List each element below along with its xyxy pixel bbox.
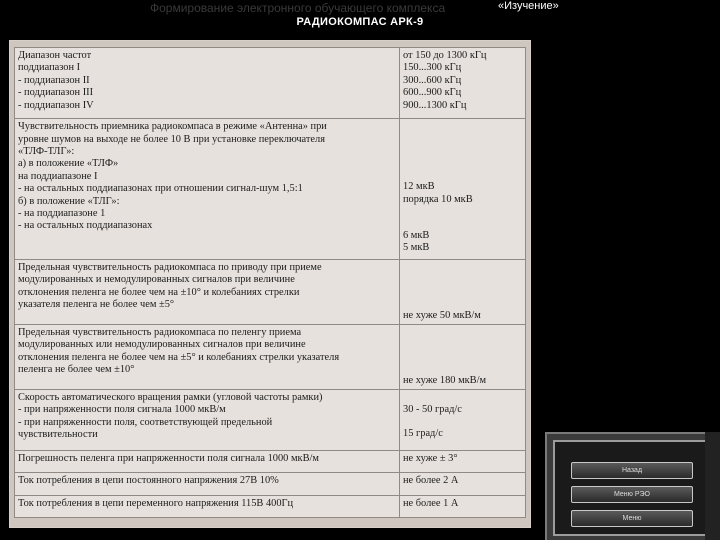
cell-line: б) в положение «ТЛГ»: xyxy=(18,195,120,207)
specs-table: Диапазон частот поддиапазон I - поддиапа… xyxy=(14,46,526,519)
scroll-edge xyxy=(705,432,720,540)
table-cell-value: не хуже 50 мкВ/м xyxy=(399,258,526,325)
cell-line: Чувствительность приемника радиокомпаса … xyxy=(18,121,327,133)
cell-line: - поддиапазон IV xyxy=(18,99,94,111)
table-cell-value: 30 - 50 град/с 15 град/с xyxy=(399,388,526,451)
cell-line: модулированных или немодулированных сигн… xyxy=(18,339,306,351)
table-cell-value: от 150 до 1300 кГц 150...300 кГц 300...6… xyxy=(399,46,526,120)
table-cell-param: Погрешность пеленга при напряженности по… xyxy=(14,449,400,474)
cell-line: не хуже 180 мкВ/м xyxy=(403,374,487,386)
table-cell-param: Предельная чувствительность радиокомпаса… xyxy=(14,258,400,325)
cell-line: не более 2 А xyxy=(403,475,459,487)
cell-line: «ТЛФ-ТЛГ»: xyxy=(18,145,75,157)
cell-line: чувствительности xyxy=(18,429,98,441)
table-cell-param: Диапазон частот поддиапазон I - поддиапа… xyxy=(14,46,400,120)
cell-line: поддиапазон I xyxy=(18,62,81,74)
cell-line: модулированных и немодулированных сигнал… xyxy=(18,274,295,286)
cell-line: - на остальных поддиапазонах xyxy=(18,220,153,232)
cell-line: на поддиапазоне I xyxy=(18,170,98,182)
table-cell-value: не более 1 А xyxy=(399,494,526,519)
table-cell-value: не более 2 А xyxy=(399,472,526,496)
cell-line: не хуже 50 мкВ/м xyxy=(403,309,481,321)
table-row: Диапазон частот поддиапазон I - поддиапа… xyxy=(14,46,526,120)
cell-line: 5 мкВ xyxy=(403,242,430,254)
table-row: Погрешность пеленга при напряженности по… xyxy=(14,449,526,474)
specs-panel: Диапазон частот поддиапазон I - поддиапа… xyxy=(9,40,531,528)
back-button[interactable]: Назад xyxy=(571,462,693,479)
cell-line: - поддиапазон II xyxy=(18,74,90,86)
cell-line: отклонения пеленга не более чем на ±5° и… xyxy=(18,351,340,363)
cell-line: 150...300 кГц xyxy=(403,62,462,74)
table-cell-value: не хуже ± 3° xyxy=(399,449,526,474)
cell-line: отклонения пеленга не более чем на ±10° … xyxy=(18,286,300,298)
cell-line: - при напряженности поля сигнала 1000 мк… xyxy=(18,404,226,416)
cell-line: 900...1300 кГц xyxy=(403,99,467,111)
cell-line: указателя пеленга не более чем ±5° xyxy=(18,299,175,311)
cell-line: от 150 до 1300 кГц xyxy=(403,50,487,61)
table-row: Предельная чувствительность радиокомпаса… xyxy=(14,323,526,390)
cell-line: 30 - 50 град/с xyxy=(403,403,462,415)
cell-line: Предельная чувствительность радиокомпаса… xyxy=(18,326,302,338)
cell-line: не более 1 А xyxy=(403,497,459,509)
cell-line: Диапазон частот xyxy=(18,50,92,61)
reo-menu-button[interactable]: Меню РЭО xyxy=(571,486,693,503)
cell-line: 15 град/с xyxy=(403,428,443,440)
cell-line: Погрешность пеленга при напряженности по… xyxy=(18,452,319,464)
cell-line: пеленга не более чем ±10° xyxy=(18,364,135,376)
cell-line: не хуже ± 3° xyxy=(403,452,458,464)
cell-line: Ток потребления в цепи переменного напря… xyxy=(18,497,294,509)
cell-line: уровне шумов на выходе не более 10 В при… xyxy=(18,133,326,145)
cell-line: - поддиапазон III xyxy=(18,87,94,99)
table-cell-value: 12 мкВ порядка 10 мкВ 6 мкВ 5 мкВ xyxy=(399,118,526,260)
course-title: Формирование электронного обучающего ком… xyxy=(150,1,446,15)
cell-line: - на поддиапазоне 1 xyxy=(18,207,106,219)
table-row: Предельная чувствительность радиокомпаса… xyxy=(14,258,526,325)
cell-line: 6 мкВ xyxy=(403,229,430,241)
menu-button[interactable]: Меню xyxy=(571,510,693,527)
table-cell-value: не хуже 180 мкВ/м xyxy=(399,323,526,390)
navigation-panel: Назад Меню РЭО Меню xyxy=(545,432,720,540)
cell-line: а) в положение «ТЛФ» xyxy=(18,158,119,170)
table-cell-param: Ток потребления в цепи переменного напря… xyxy=(14,494,400,519)
table-row: Ток потребления в цепи постоянного напря… xyxy=(14,472,526,496)
table-cell-param: Скорость автоматического вращения рамки … xyxy=(14,388,400,451)
table-cell-param: Ток потребления в цепи постоянного напря… xyxy=(14,472,400,496)
table-row: Чувствительность приемника радиокомпаса … xyxy=(14,118,526,260)
cell-line: - при напряженности поля, соответствующе… xyxy=(18,416,273,428)
cell-line: 300...600 кГц xyxy=(403,74,462,86)
cell-line: - на остальных поддиапазонах при отношен… xyxy=(18,183,303,195)
table-row: Ток потребления в цепи переменного напря… xyxy=(14,494,526,519)
table-cell-param: Предельная чувствительность радиокомпаса… xyxy=(14,323,400,390)
table-cell-param: Чувствительность приемника радиокомпаса … xyxy=(14,118,400,260)
cell-line: Предельная чувствительность радиокомпаса… xyxy=(18,261,322,273)
cell-line: 600...900 кГц xyxy=(403,87,462,99)
cell-line: Скорость автоматического вращения рамки … xyxy=(18,391,323,403)
cell-line: 12 мкВ xyxy=(403,181,435,193)
table-row: Скорость автоматического вращения рамки … xyxy=(14,388,526,451)
navigation-frame: Назад Меню РЭО Меню xyxy=(553,440,709,536)
cell-line: порядка 10 мкВ xyxy=(403,193,473,205)
page-title: РАДИОКОМПАС АРК-9 xyxy=(296,16,424,28)
cell-line: Ток потребления в цепи постоянного напря… xyxy=(18,475,279,487)
mode-label: «Изучение» xyxy=(498,0,559,12)
